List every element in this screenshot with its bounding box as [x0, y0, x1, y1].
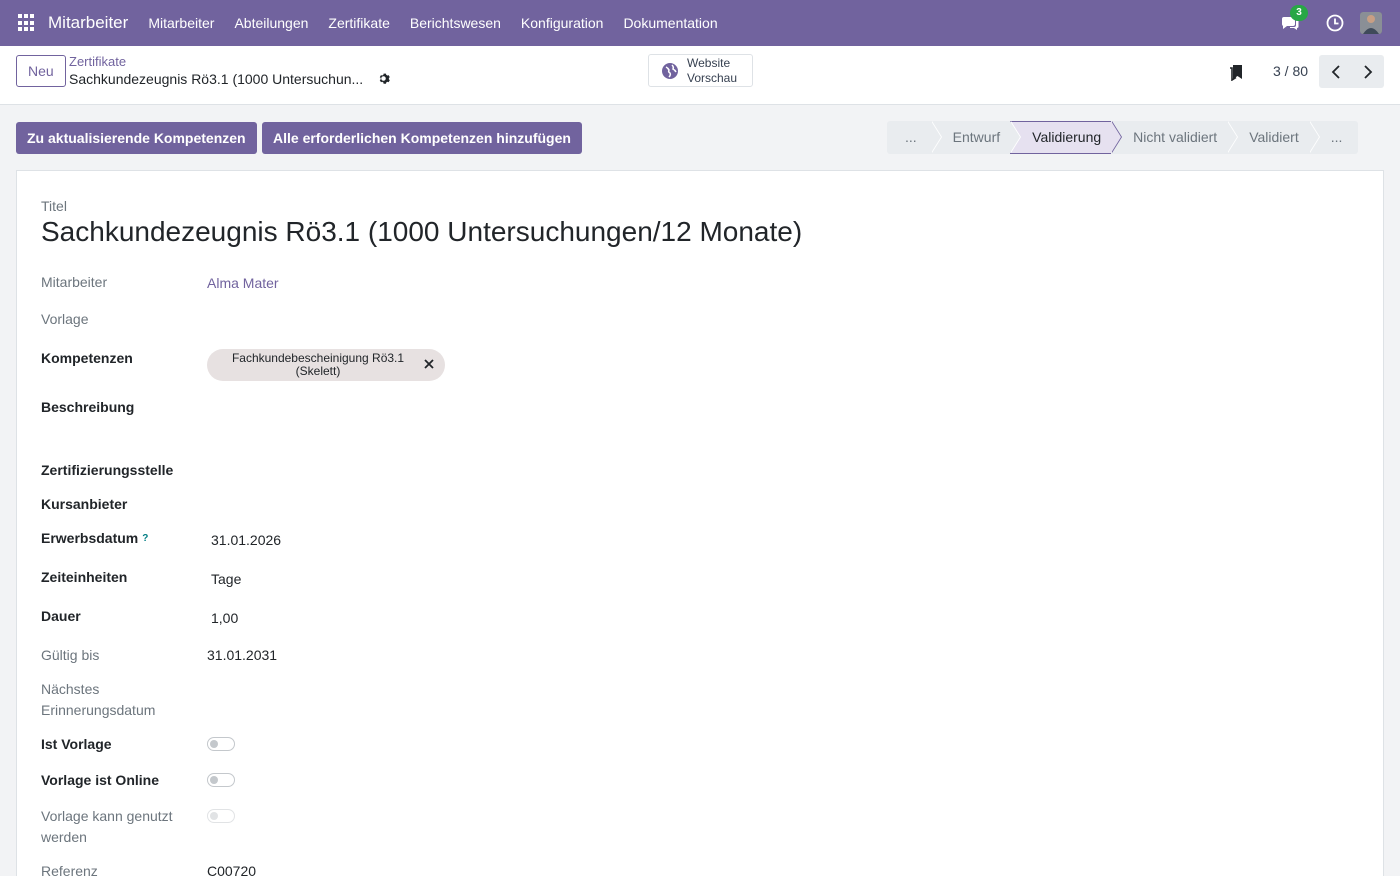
bookmark-icon[interactable] — [1229, 63, 1245, 82]
description-label: Beschreibung — [41, 399, 135, 415]
acquired-date-label: Erwerbsdatum? — [41, 530, 149, 546]
menu-item-documentation[interactable]: Dokumentation — [613, 0, 727, 46]
close-icon[interactable] — [423, 358, 435, 370]
valid-until-label: Gültig bis — [41, 647, 100, 663]
competences-label: Kompetenzen — [41, 350, 133, 366]
add-required-competences-button[interactable]: Alle erforderlichen Kompetenzen hinzufüg… — [262, 122, 582, 154]
apps-grid-icon[interactable] — [18, 14, 36, 32]
title-label: Titel — [41, 198, 67, 214]
user-avatar[interactable] — [1360, 12, 1382, 34]
reference-label: Referenz — [41, 863, 98, 876]
status-stage-not-validated[interactable]: Nicht validiert — [1111, 121, 1239, 154]
employee-field[interactable]: Alma Mater — [207, 275, 279, 291]
breadcrumb-parent[interactable]: Zertifikate — [69, 54, 126, 69]
template-online-label: Vorlage ist Online — [41, 772, 159, 788]
chevron-left-icon — [1331, 64, 1340, 79]
app-brand[interactable]: Mitarbeiter — [48, 13, 128, 33]
next-reminder-label: Nächstes Erinnerungsdatum — [41, 681, 156, 718]
course-provider-label: Kursanbieter — [41, 496, 128, 512]
status-stage-draft[interactable]: Entwurf — [930, 121, 1022, 154]
reference-value: C00720 — [207, 863, 257, 876]
globe-icon — [661, 62, 679, 80]
template-usable-toggle — [207, 809, 235, 823]
time-unit-label: Zeiteinheiten — [41, 569, 128, 585]
pager-value[interactable]: 3 / 80 — [1273, 63, 1308, 79]
competence-tag-label: Fachkundebescheinigung Rö3.1 (Skelett) — [231, 351, 405, 378]
duration-label: Dauer — [41, 608, 81, 624]
top-navbar: Mitarbeiter Mitarbeiter Abteilungen Zert… — [0, 0, 1400, 46]
is-template-toggle[interactable] — [207, 737, 235, 751]
menu-item-departments[interactable]: Abteilungen — [224, 0, 318, 46]
is-template-label: Ist Vorlage — [41, 736, 112, 752]
valid-until-value: 31.01.2031 — [207, 647, 278, 663]
chevron-right-icon — [1363, 64, 1372, 79]
template-usable-label: Vorlage kann genutzt werden — [41, 808, 173, 845]
template-online-toggle[interactable] — [207, 773, 235, 787]
competences-to-update-button[interactable]: Zu aktualisierende Kompetenzen — [16, 122, 257, 154]
status-stage-validation[interactable]: Validierung — [1010, 121, 1123, 154]
title-field[interactable]: Sachkundezeugnis Rö3.1 (1000 Untersuchun… — [41, 216, 802, 248]
duration-field[interactable]: 1,00 — [211, 610, 238, 626]
gear-icon[interactable] — [377, 72, 390, 85]
status-bar: ... Entwurf Validierung Nicht validiert … — [887, 121, 1359, 154]
menu-item-reporting[interactable]: Berichtswesen — [400, 0, 511, 46]
competence-tag[interactable]: Fachkundebescheinigung Rö3.1 (Skelett) — [207, 349, 445, 381]
pager-previous-button[interactable] — [1319, 55, 1352, 88]
breadcrumb-current: Sachkundezeugnis Rö3.1 (1000 Untersuchun… — [69, 71, 364, 87]
status-more-left[interactable]: ... — [887, 121, 942, 154]
template-label: Vorlage — [41, 311, 89, 327]
website-label-line2: Vorschau — [687, 70, 738, 85]
acquired-date-field[interactable]: 31.01.2026 — [211, 532, 281, 548]
chat-count-badge: 3 — [1290, 5, 1308, 21]
website-label-line1: Website — [687, 55, 731, 70]
pager-next-button[interactable] — [1351, 55, 1384, 88]
menu-item-configuration[interactable]: Konfiguration — [511, 0, 614, 46]
menu-item-certificates[interactable]: Zertifikate — [318, 0, 399, 46]
time-unit-field[interactable]: Tage — [211, 571, 241, 587]
certification-body-label: Zertifizierungsstelle — [41, 462, 174, 478]
menu-item-employees[interactable]: Mitarbeiter — [138, 0, 224, 46]
clock-icon[interactable] — [1326, 14, 1344, 32]
status-stage-validated[interactable]: Validiert — [1227, 121, 1320, 154]
chat-icon[interactable]: 3 — [1280, 5, 1308, 33]
help-tooltip-icon[interactable]: ? — [142, 533, 148, 544]
new-button[interactable]: Neu — [16, 55, 66, 87]
website-preview-button[interactable]: Website Vorschau — [648, 54, 753, 87]
employee-label: Mitarbeiter — [41, 274, 108, 290]
control-panel: Neu Zertifikate Sachkundezeugnis Rö3.1 (… — [0, 46, 1400, 105]
